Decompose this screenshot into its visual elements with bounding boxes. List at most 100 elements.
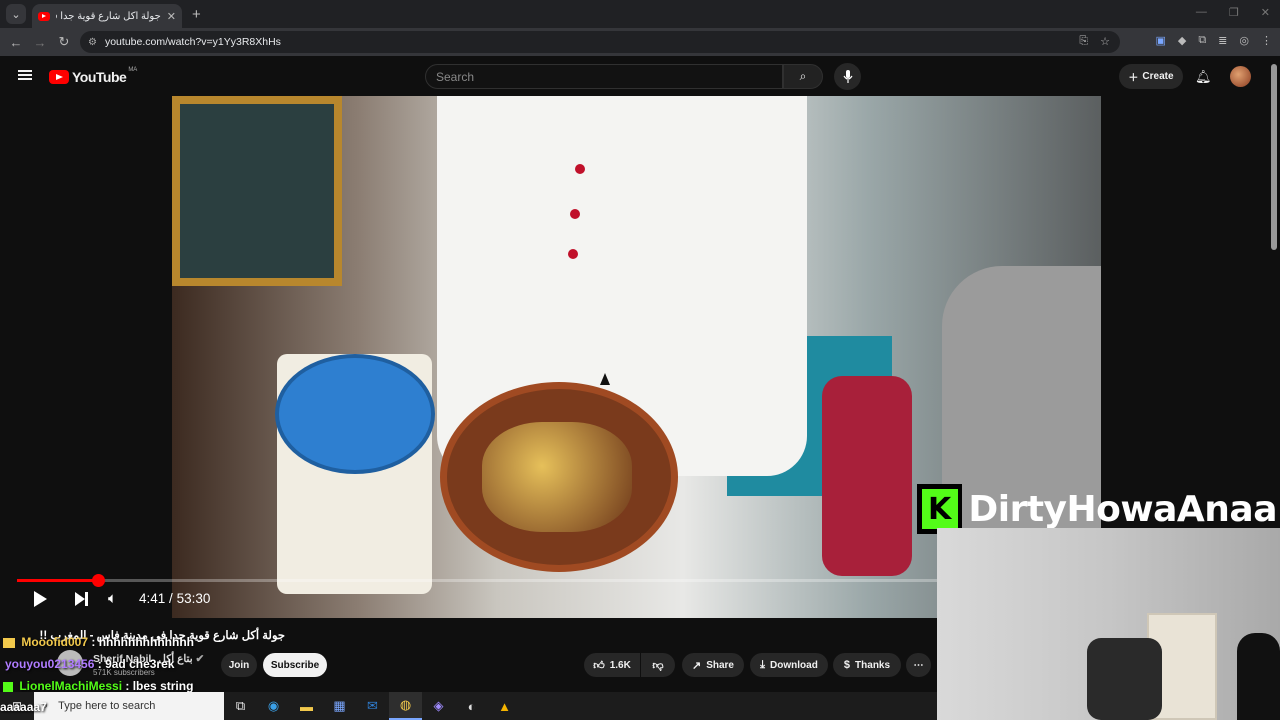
browser-toolbar: ← → ↻ ⚙ youtube.com/watch?v=y1Yy3R8XhHs … [0,28,1280,56]
play-icon[interactable] [34,591,47,607]
app-icon[interactable]: ▲ [488,692,521,720]
task-view-icon[interactable]: ⧉ [224,692,257,720]
url-text: youtube.com/watch?v=y1Yy3R8XhHs [104,36,281,48]
microphone-icon [843,69,852,83]
file-explorer-icon[interactable]: ▬ [290,692,323,720]
back-arrow-icon[interactable]: ← [4,35,28,50]
like-button[interactable]: 👍︎ 1.6K [584,653,640,677]
outlook-icon[interactable]: ✉ [356,692,389,720]
restore-button[interactable]: ❐ [1229,6,1239,19]
scrubber-handle[interactable] [92,574,105,587]
extensions-area: ▣ ◆ ⧉ ≣ ◎ ⋮ [1155,34,1272,47]
browser-tab-active[interactable]: جولة أكل شارع قوية جدا في مدينة ✕ [32,4,182,28]
address-bar[interactable]: ⚙ youtube.com/watch?v=y1Yy3R8XhHs ⎘ ☆ [80,31,1120,53]
site-info-icon[interactable]: ⚙ [88,37,97,48]
webcam-feed [937,528,1280,720]
chat-message: LionelMachiMessi : lbes string [3,679,193,693]
thumbs-down-icon: 👎︎ [652,659,664,672]
streamer-name: DirtyHowaAnaa [968,488,1277,530]
notifications-bell-icon[interactable]: 🔔︎ [1195,69,1212,85]
share-label: Share [706,659,734,671]
more-actions-button[interactable]: ⋯ [906,653,931,677]
chat-message: youyou0213456 : 9ad che3rek [5,657,174,671]
minimize-button[interactable]: — [1196,6,1207,19]
chat-username: aaaaaa7 [0,700,47,714]
chat-badge-icon [3,681,13,692]
thumbs-up-icon: 👍︎ [593,659,605,672]
search-button[interactable]: ⌕ [783,64,823,89]
discord-icon[interactable]: ◈ [422,692,455,720]
thanks-label: Thanks [855,659,891,671]
thanks-icon: $ [843,659,851,671]
reload-icon[interactable]: ↻ [52,34,76,50]
chat-text: lbes string [132,679,194,693]
chat-text: 9ad che3rek [105,657,175,671]
dislike-button[interactable]: 👎︎ [641,653,675,677]
share-button[interactable]: ↗ Share [682,653,744,677]
chat-username: youyou0213456 [5,657,95,671]
window-controls: — ❐ ✕ [1196,6,1270,19]
tab-title: جولة أكل شارع قوية جدا في مدينة [56,10,161,22]
youtube-logo[interactable]: YouTube MA [49,67,138,85]
time-display: 4:41 / 53:30 [139,591,210,606]
more-icon: ⋯ [913,659,924,671]
search-icon: ⌕ [799,69,807,83]
close-tab-icon[interactable]: ✕ [167,10,176,23]
chat-separator: : [94,657,106,671]
video-wall-picture [172,96,342,286]
chef-button [570,209,580,219]
next-video-icon[interactable] [75,592,88,606]
chat-badge-icon [3,637,15,648]
extension-icon[interactable]: ◆ [1178,34,1186,47]
install-app-icon[interactable]: ⎘ [1079,35,1088,48]
verified-icon: ✔ [195,653,205,665]
country-code: MA [128,67,138,73]
download-icon: ⤓ [760,658,766,671]
account-avatar[interactable] [1230,66,1251,87]
profile-icon[interactable]: ◎ [1239,34,1249,47]
chat-separator: : [88,635,99,649]
chef-button [568,249,578,259]
tab-search-menu-button[interactable]: ⌄ [6,4,26,24]
browser-tab-strip: ⌄ جولة أكل شارع قوية جدا في مدينة ✕ + — … [0,0,1280,28]
thanks-button[interactable]: $ Thanks [833,653,901,677]
kick-logo-letter: K [921,489,958,529]
webcam-person [1237,633,1280,720]
chef-button [575,164,585,174]
youtube-header: YouTube MA Search ⌕ ＋ Create 🔔︎ [0,56,1280,96]
download-button[interactable]: ⤓ Download [750,653,828,677]
voice-search-button[interactable] [834,63,861,90]
edge-icon[interactable]: ◉ [257,692,290,720]
bookmark-star-icon[interactable]: ☆ [1100,35,1110,48]
like-count: 1.6K [609,659,631,671]
search-input[interactable]: Search [425,64,783,89]
store-icon[interactable]: ▦ [323,692,356,720]
youtube-play-logo-icon [49,70,69,84]
hamburger-menu-icon[interactable] [18,70,32,80]
reading-list-icon[interactable]: ≣ [1218,34,1227,47]
chat-text: hhhhhhhhhhhhh [98,635,194,649]
chat-message: aaaaaa7 [0,700,47,714]
new-tab-button[interactable]: + [192,6,201,23]
translate-extension-icon[interactable]: ▣ [1155,34,1165,47]
chrome-icon[interactable]: ◍ [389,692,422,720]
volume-icon[interactable]: 🔈︎ [108,590,117,607]
subscribe-button[interactable]: Subscribe [263,653,327,677]
chat-username: Mooofid007 [21,635,89,649]
webcam-gaming-chair [1087,638,1162,720]
progress-bar[interactable] [17,579,937,582]
join-button[interactable]: Join [221,653,257,677]
video-blue-lid [275,354,435,474]
create-button[interactable]: ＋ Create [1119,64,1183,89]
obs-icon[interactable]: ◐ [455,692,488,720]
plus-icon: ＋ [1128,73,1139,84]
streamer-brand-overlay: K DirtyHowaAnaa [917,484,1277,534]
extensions-puzzle-icon[interactable]: ⧉ [1198,34,1206,47]
taskbar-search-input[interactable]: ⌕ Type here to search [34,692,224,720]
time-separator: / [169,591,173,606]
browser-menu-icon[interactable]: ⋮ [1261,34,1272,47]
close-window-button[interactable]: ✕ [1261,6,1270,19]
forward-arrow-icon[interactable]: → [28,35,52,50]
windows-taskbar: ⊞ ⌕ Type here to search ⧉ ◉ ▬ ▦ ✉ ◍ ◈ ◐ … [0,692,937,720]
page-scrollbar[interactable] [1271,64,1277,250]
